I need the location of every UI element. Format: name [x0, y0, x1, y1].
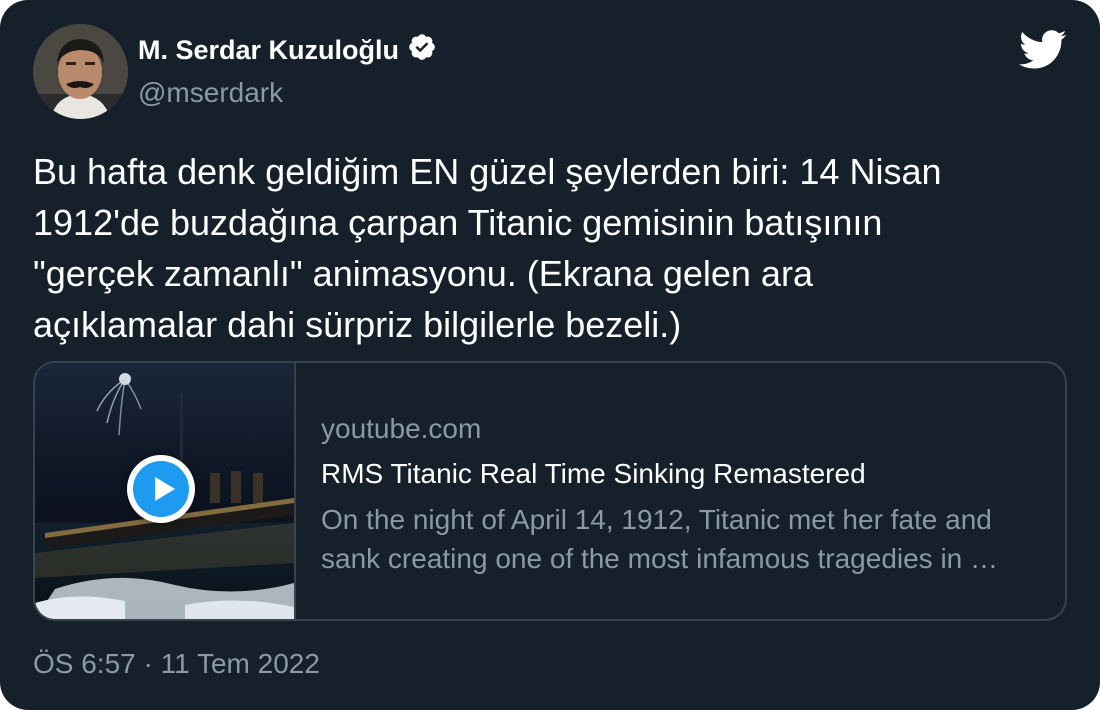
tweet-card: M. Serdar Kuzuloğlu @mserdark Bu hafta d… [0, 0, 1100, 710]
tweet-timestamp[interactable]: ÖS 6:57 · 11 Tem 2022 [33, 648, 320, 680]
author-name[interactable]: M. Serdar Kuzuloğlu [138, 35, 399, 66]
link-description-line: On the night of April 14, 1912, Titanic … [321, 504, 992, 535]
author-name-row[interactable]: M. Serdar Kuzuloğlu [138, 32, 437, 69]
tweet-text-line: "gerçek zamanlı" animasyonu. (Ekrana gel… [33, 253, 813, 294]
tweet-text-line: Bu hafta denk geldiğim EN güzel şeylerde… [33, 151, 942, 192]
video-thumbnail[interactable] [35, 363, 296, 619]
author-avatar[interactable] [33, 24, 128, 119]
link-domain: youtube.com [321, 413, 482, 444]
tweet-text-line: açıklamalar dahi sürpriz bilgilerle beze… [33, 304, 682, 345]
twitter-bird-icon[interactable] [1019, 30, 1067, 70]
play-icon [133, 461, 189, 517]
verified-badge-icon [407, 32, 437, 69]
tweet-text-line: 1912'de buzdağına çarpan Titanic gemisin… [33, 202, 883, 243]
link-description: On the night of April 14, 1912, Titanic … [321, 500, 1046, 578]
link-preview-card[interactable]: youtube.com RMS Titanic Real Time Sinkin… [33, 361, 1067, 621]
link-title[interactable]: RMS Titanic Real Time Sinking Remastered [321, 458, 866, 490]
play-button[interactable] [127, 455, 195, 523]
tweet-text: Bu hafta denk geldiğim EN güzel şeylerde… [33, 146, 1063, 350]
avatar-image [33, 24, 128, 119]
author-handle[interactable]: @mserdark [138, 77, 283, 109]
link-description-line: sank creating one of the most infamous t… [321, 543, 999, 574]
